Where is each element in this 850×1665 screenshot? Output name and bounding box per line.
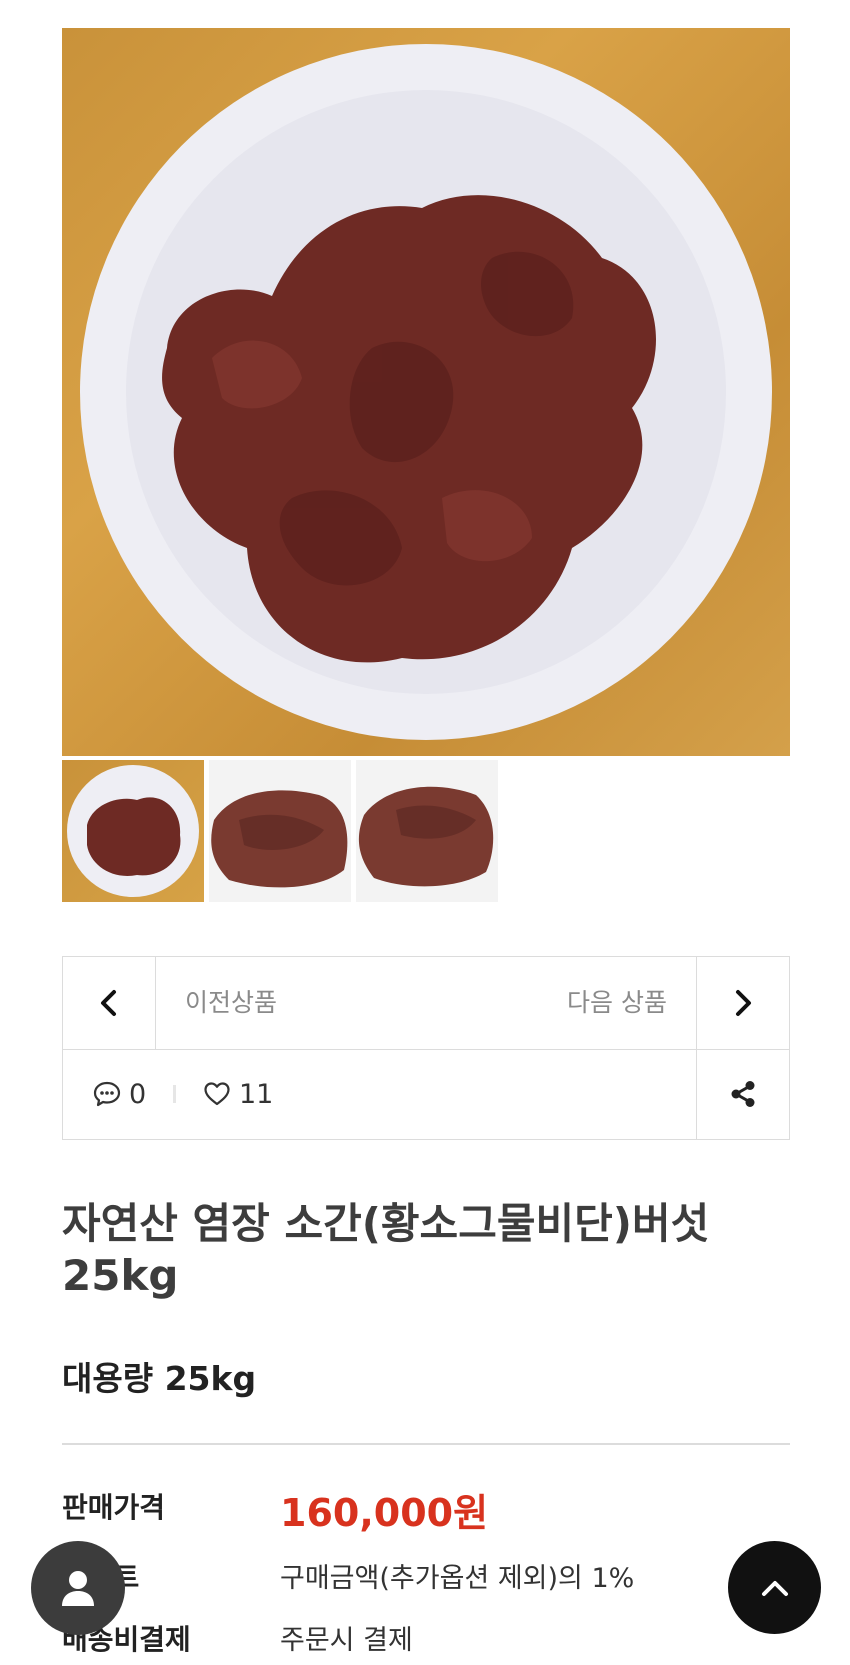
comment-count-value: 0	[129, 1078, 147, 1110]
point-value: 구매금액(추가옵션 제외)의 1%	[280, 1563, 635, 1594]
share-button[interactable]	[696, 1049, 789, 1139]
thumbnail-1[interactable]	[62, 760, 204, 902]
thumbnail-2-illustration	[209, 760, 351, 902]
product-subtitle: 대용량 25kg	[62, 1359, 257, 1398]
user-icon	[62, 1571, 94, 1606]
scroll-top-button[interactable]	[728, 1541, 821, 1634]
price-value: 160,000원	[280, 1491, 489, 1535]
share-icon	[731, 1081, 755, 1107]
thumbnail-1-illustration	[67, 765, 199, 897]
stat-separator	[173, 1085, 176, 1103]
section-divider	[62, 1443, 790, 1445]
prev-product-button[interactable]	[63, 957, 156, 1049]
shipping-value: 주문시 결제	[280, 1625, 413, 1656]
like-count[interactable]: 11	[203, 1049, 273, 1139]
liver-plate-illustration	[80, 44, 772, 740]
comment-count[interactable]: 0	[93, 1049, 146, 1139]
heart-icon	[204, 1082, 230, 1106]
product-stats-row: 0 11	[63, 1049, 789, 1139]
thumbnail-2[interactable]	[209, 760, 351, 902]
like-count-value: 11	[239, 1078, 274, 1110]
product-nav-row: 이전상품 다음 상품	[63, 957, 789, 1050]
chevron-left-icon	[101, 990, 116, 1016]
price-label: 판매가격	[62, 1491, 166, 1524]
chevron-right-icon	[736, 990, 751, 1016]
next-product-button[interactable]	[696, 957, 789, 1049]
thumbnail-3[interactable]	[356, 760, 498, 902]
arrow-up-icon	[761, 1580, 788, 1596]
product-title: 자연산 염장 소간(황소그물비단)버섯 25kg	[62, 1199, 710, 1300]
product-nav-box: 이전상품 다음 상품 0 11	[62, 956, 790, 1140]
product-main-image[interactable]	[62, 28, 790, 756]
comment-icon	[93, 1081, 121, 1107]
thumbnail-3-illustration	[356, 760, 498, 902]
user-menu-button[interactable]	[31, 1541, 125, 1635]
next-product-link[interactable]: 다음 상품	[567, 957, 667, 1049]
prev-product-link[interactable]: 이전상품	[185, 957, 277, 1049]
